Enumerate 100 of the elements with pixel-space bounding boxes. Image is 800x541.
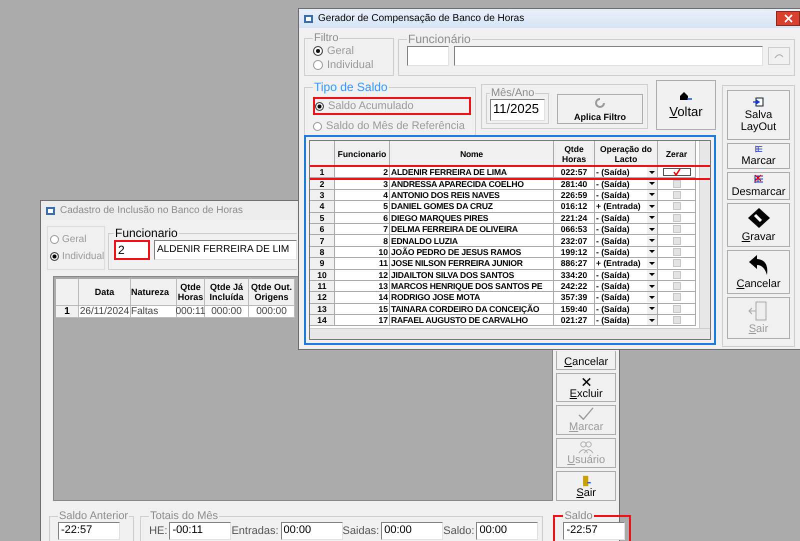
row-number: 3 [310, 190, 335, 202]
table-cell: MARCOS HENRIQUE DOS SANTOS PE [390, 280, 554, 292]
dropdown-arrow-icon [649, 284, 655, 288]
dropdown-arrow-icon [649, 296, 655, 299]
dropdown[interactable]: - (Saída) [595, 270, 658, 281]
employee-id-field[interactable] [407, 46, 449, 66]
column-header[interactable]: Operação do Lacto [595, 141, 658, 167]
refresh-icon [594, 96, 606, 108]
balance-field[interactable]: -22:57 [58, 522, 120, 540]
row-number: 1 [310, 167, 335, 178]
dropdown-arrow-icon [649, 273, 655, 276]
column-header[interactable]: Natureza [131, 279, 177, 306]
table-cell: DIEGO MARQUES PIRES [390, 212, 554, 224]
dropdown[interactable]: - (Saída) [595, 178, 658, 190]
door-icon [580, 475, 592, 488]
column-header[interactable]: Funcionario [335, 141, 390, 167]
column-header[interactable]: Nome [390, 141, 554, 167]
toolbar-button[interactable]: Cancelar [556, 351, 616, 370]
toolbar-button[interactable]: Desmarcar [727, 172, 790, 200]
table-cell: JOÃO PEDRO DE JESUS RAMOS [390, 246, 554, 258]
dropdown-arrow-icon [649, 170, 655, 174]
search-button[interactable] [768, 47, 790, 65]
group-label: Funcionario [114, 226, 179, 240]
toolbar-button[interactable]: Cancelar [727, 250, 790, 294]
row-number: 7 [310, 235, 335, 247]
toolbar-button[interactable]: Sair [556, 471, 616, 502]
table-cell: 016:12 [554, 201, 595, 213]
checkbox[interactable] [662, 168, 690, 176]
header-cell [56, 279, 79, 306]
row-number: 6 [310, 224, 335, 236]
dropdown-arrow-icon [649, 193, 655, 196]
total-field[interactable]: 00:00 [476, 522, 538, 540]
table-cell: 13 [335, 280, 390, 292]
dropdown-arrow-icon [649, 318, 655, 322]
window-title: Cadastro de Inclusão no Banco de Horas [60, 205, 243, 216]
toolbar-button[interactable]: Excluir [556, 372, 616, 402]
dropdown[interactable]: - (Saída) [595, 212, 658, 224]
window-icon [303, 12, 315, 24]
toolbar-button[interactable]: Salva LayOut [727, 90, 790, 140]
group-label: Saldo [563, 510, 594, 522]
column-header[interactable]: Qtde Já Incluída [205, 279, 249, 306]
column-header[interactable]: Qtde Horas [177, 279, 205, 306]
apply-filter-button[interactable]: Aplica Filtro [557, 94, 643, 124]
dropdown[interactable]: + (Entrada) [595, 258, 658, 270]
table-cell: ANTONIO DOS REIS NAVES [390, 190, 554, 202]
table-cell: 12 [335, 270, 390, 281]
header-cell [310, 141, 335, 167]
group-label: Totais do Mês [149, 510, 219, 522]
group-label: Tipo de Saldo [313, 80, 389, 94]
dropdown[interactable]: - (Saída) [595, 304, 658, 316]
table-cell: 26/11/2024 [79, 306, 131, 318]
checkmark-icon [672, 168, 680, 176]
home-icon [679, 91, 693, 101]
table-cell: 281:40 [554, 178, 595, 190]
table-cell: 8 [335, 235, 390, 247]
table-cell: DELMA FERREIRA DE OLIVEIRA [390, 224, 554, 236]
table-cell: TAINARA CORDEIRO DA CONCEIÇÃO [390, 304, 554, 316]
total-field[interactable]: 00:00 [280, 522, 343, 540]
dropdown[interactable]: - (Saída) [595, 292, 658, 304]
users-icon [577, 440, 596, 454]
employee-name-field[interactable]: ALDENIR FERREIRA DE LIM [154, 240, 297, 260]
row-number: 9 [310, 258, 335, 270]
dropdown[interactable]: - (Saída) [595, 190, 658, 202]
back-button[interactable]: Voltar [656, 80, 716, 130]
total-field[interactable]: 00:00 [381, 522, 444, 540]
column-header[interactable]: Qtde Out. Origens [249, 279, 295, 306]
column-header[interactable]: Qtde Horas [554, 141, 595, 167]
column-header[interactable]: Zerar [658, 141, 696, 167]
dropdown[interactable]: - (Saída) [595, 235, 658, 247]
table-cell: 000:11 [177, 306, 205, 318]
toolbar-button[interactable]: Marcar [727, 143, 790, 169]
group-label: Mês/Ano [490, 87, 536, 99]
dropdown[interactable]: + (Entrada) [595, 201, 658, 213]
dropdown-arrow-icon [649, 250, 655, 254]
table-cell: 15 [335, 304, 390, 316]
table-cell: ALDENIR FERREIRA DE LIMA [390, 167, 554, 178]
column-header[interactable]: Data [79, 279, 131, 306]
employee-id-field[interactable]: 2 [114, 240, 150, 260]
toolbar-button[interactable]: Gravar [727, 203, 790, 247]
row-number: 8 [310, 246, 335, 258]
dropdown-arrow-icon [649, 307, 655, 310]
dropdown[interactable]: - (Saída) [595, 167, 658, 178]
total-field[interactable]: -00:11 [169, 522, 232, 540]
table-cell: Faltas [131, 306, 177, 318]
table-cell: 886:27 [554, 258, 595, 270]
horizontal-scrollbar[interactable] [310, 328, 710, 339]
dropdown[interactable]: - (Saída) [595, 246, 658, 258]
checkmark-icon [577, 407, 596, 422]
close-button[interactable] [776, 11, 800, 26]
dropdown[interactable]: - (Saída) [595, 280, 658, 292]
employee-name-field[interactable] [454, 46, 763, 66]
dropdown[interactable]: - (Saída) [595, 224, 658, 236]
table-cell: ANDRESSA APARECIDA COELHO [390, 178, 554, 190]
list-icon [754, 145, 764, 153]
vertical-scrollbar[interactable] [699, 141, 710, 329]
balance-field[interactable]: -22:57 [563, 522, 626, 540]
row-number: 12 [310, 292, 335, 304]
table-cell: 10 [335, 246, 390, 258]
dropdown[interactable]: - (Saída) [595, 315, 658, 326]
month-year-field[interactable]: 11/2025 [490, 99, 545, 121]
